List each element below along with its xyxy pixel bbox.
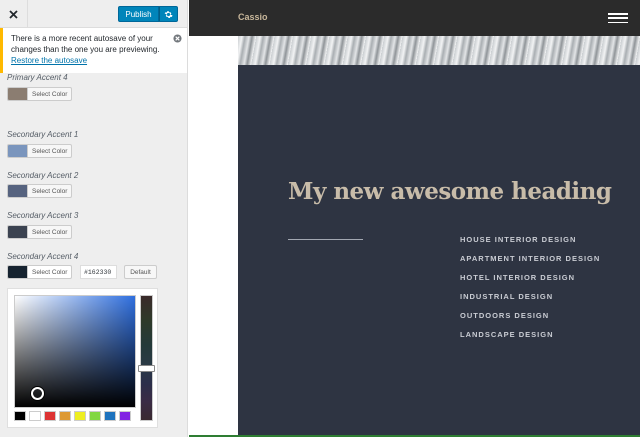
hue-slider-handle[interactable] <box>138 365 155 372</box>
color-swatch[interactable] <box>7 225 27 239</box>
publish-settings-button[interactable] <box>159 6 178 22</box>
list-item[interactable]: APARTMENT INTERIOR DESIGN <box>460 254 600 273</box>
circle-x-icon[interactable] <box>173 34 182 43</box>
restore-autosave-link[interactable]: Restore the autosave <box>11 56 87 65</box>
hue-slider[interactable] <box>140 295 153 421</box>
divider-line <box>288 239 363 240</box>
palette-swatch-4[interactable] <box>74 411 86 421</box>
color-swatch[interactable] <box>7 144 27 158</box>
color-control-secondary-accent-2[interactable]: Select Color <box>7 184 73 198</box>
hamburger-icon[interactable] <box>608 13 628 23</box>
palette-swatch-3[interactable] <box>59 411 71 421</box>
color-swatch[interactable] <box>7 265 27 279</box>
list-item[interactable]: HOTEL INTERIOR DESIGN <box>460 273 600 292</box>
control-label-secondary-accent-3: Secondary Accent 3 <box>7 211 79 220</box>
customizer-sidebar: Publish There is a more recent autosave … <box>0 0 188 437</box>
content-panel: My new awesome heading HOUSE INTERIOR DE… <box>238 65 640 437</box>
color-control-secondary-accent-4[interactable]: Select Color <box>7 265 73 279</box>
select-color-button[interactable]: Select Color <box>27 225 73 239</box>
palette-swatch-0[interactable] <box>14 411 26 421</box>
hex-color-input[interactable]: #162330 <box>80 265 117 279</box>
list-item[interactable]: INDUSTRIAL DESIGN <box>460 292 600 311</box>
palette-swatch-2[interactable] <box>44 411 56 421</box>
close-customizer-button[interactable] <box>0 0 28 28</box>
control-label-secondary-accent-2: Secondary Accent 2 <box>7 171 79 180</box>
close-icon <box>9 9 18 19</box>
site-header: Cassio <box>189 0 640 36</box>
default-color-button[interactable]: Default <box>124 265 157 279</box>
hero-image <box>238 36 640 65</box>
site-preview: Cassio My new awesome heading HOUSE INTE… <box>189 0 640 437</box>
list-item[interactable]: LANDSCAPE DESIGN <box>460 330 600 349</box>
site-title[interactable]: Cassio <box>238 12 268 22</box>
autosave-notice-text: There is a more recent autosave of your … <box>11 34 160 54</box>
control-label-secondary-accent-1: Secondary Accent 1 <box>7 130 79 139</box>
palette-swatch-7[interactable] <box>119 411 131 421</box>
autosave-notice: There is a more recent autosave of your … <box>0 28 187 73</box>
color-control-primary-accent-4[interactable]: Select Color <box>7 87 73 101</box>
palette-swatch-1[interactable] <box>29 411 41 421</box>
color-palette <box>14 411 131 421</box>
customizer-topbar: Publish <box>0 0 187 28</box>
color-control-secondary-accent-1[interactable]: Select Color <box>7 144 73 158</box>
page-heading: My new awesome heading <box>288 178 612 205</box>
control-label-primary-accent-4: Primary Accent 4 <box>7 73 68 82</box>
color-swatch[interactable] <box>7 184 27 198</box>
select-color-button[interactable]: Select Color <box>27 87 73 101</box>
saturation-area[interactable] <box>14 295 136 408</box>
color-swatch[interactable] <box>7 87 27 101</box>
control-label-secondary-accent-4: Secondary Accent 4 <box>7 252 79 261</box>
color-picker <box>7 288 158 428</box>
palette-swatch-5[interactable] <box>89 411 101 421</box>
select-color-button[interactable]: Select Color <box>27 144 73 158</box>
gear-icon <box>164 10 173 18</box>
publish-button[interactable]: Publish <box>118 6 159 22</box>
list-item[interactable]: OUTDOORS DESIGN <box>460 311 600 330</box>
list-item[interactable]: HOUSE INTERIOR DESIGN <box>460 235 600 254</box>
select-color-button[interactable]: Select Color <box>27 265 73 279</box>
saturation-handle[interactable] <box>31 387 44 400</box>
palette-swatch-6[interactable] <box>104 411 116 421</box>
services-list: HOUSE INTERIOR DESIGN APARTMENT INTERIOR… <box>460 235 600 349</box>
select-color-button[interactable]: Select Color <box>27 184 73 198</box>
color-control-secondary-accent-3[interactable]: Select Color <box>7 225 73 239</box>
